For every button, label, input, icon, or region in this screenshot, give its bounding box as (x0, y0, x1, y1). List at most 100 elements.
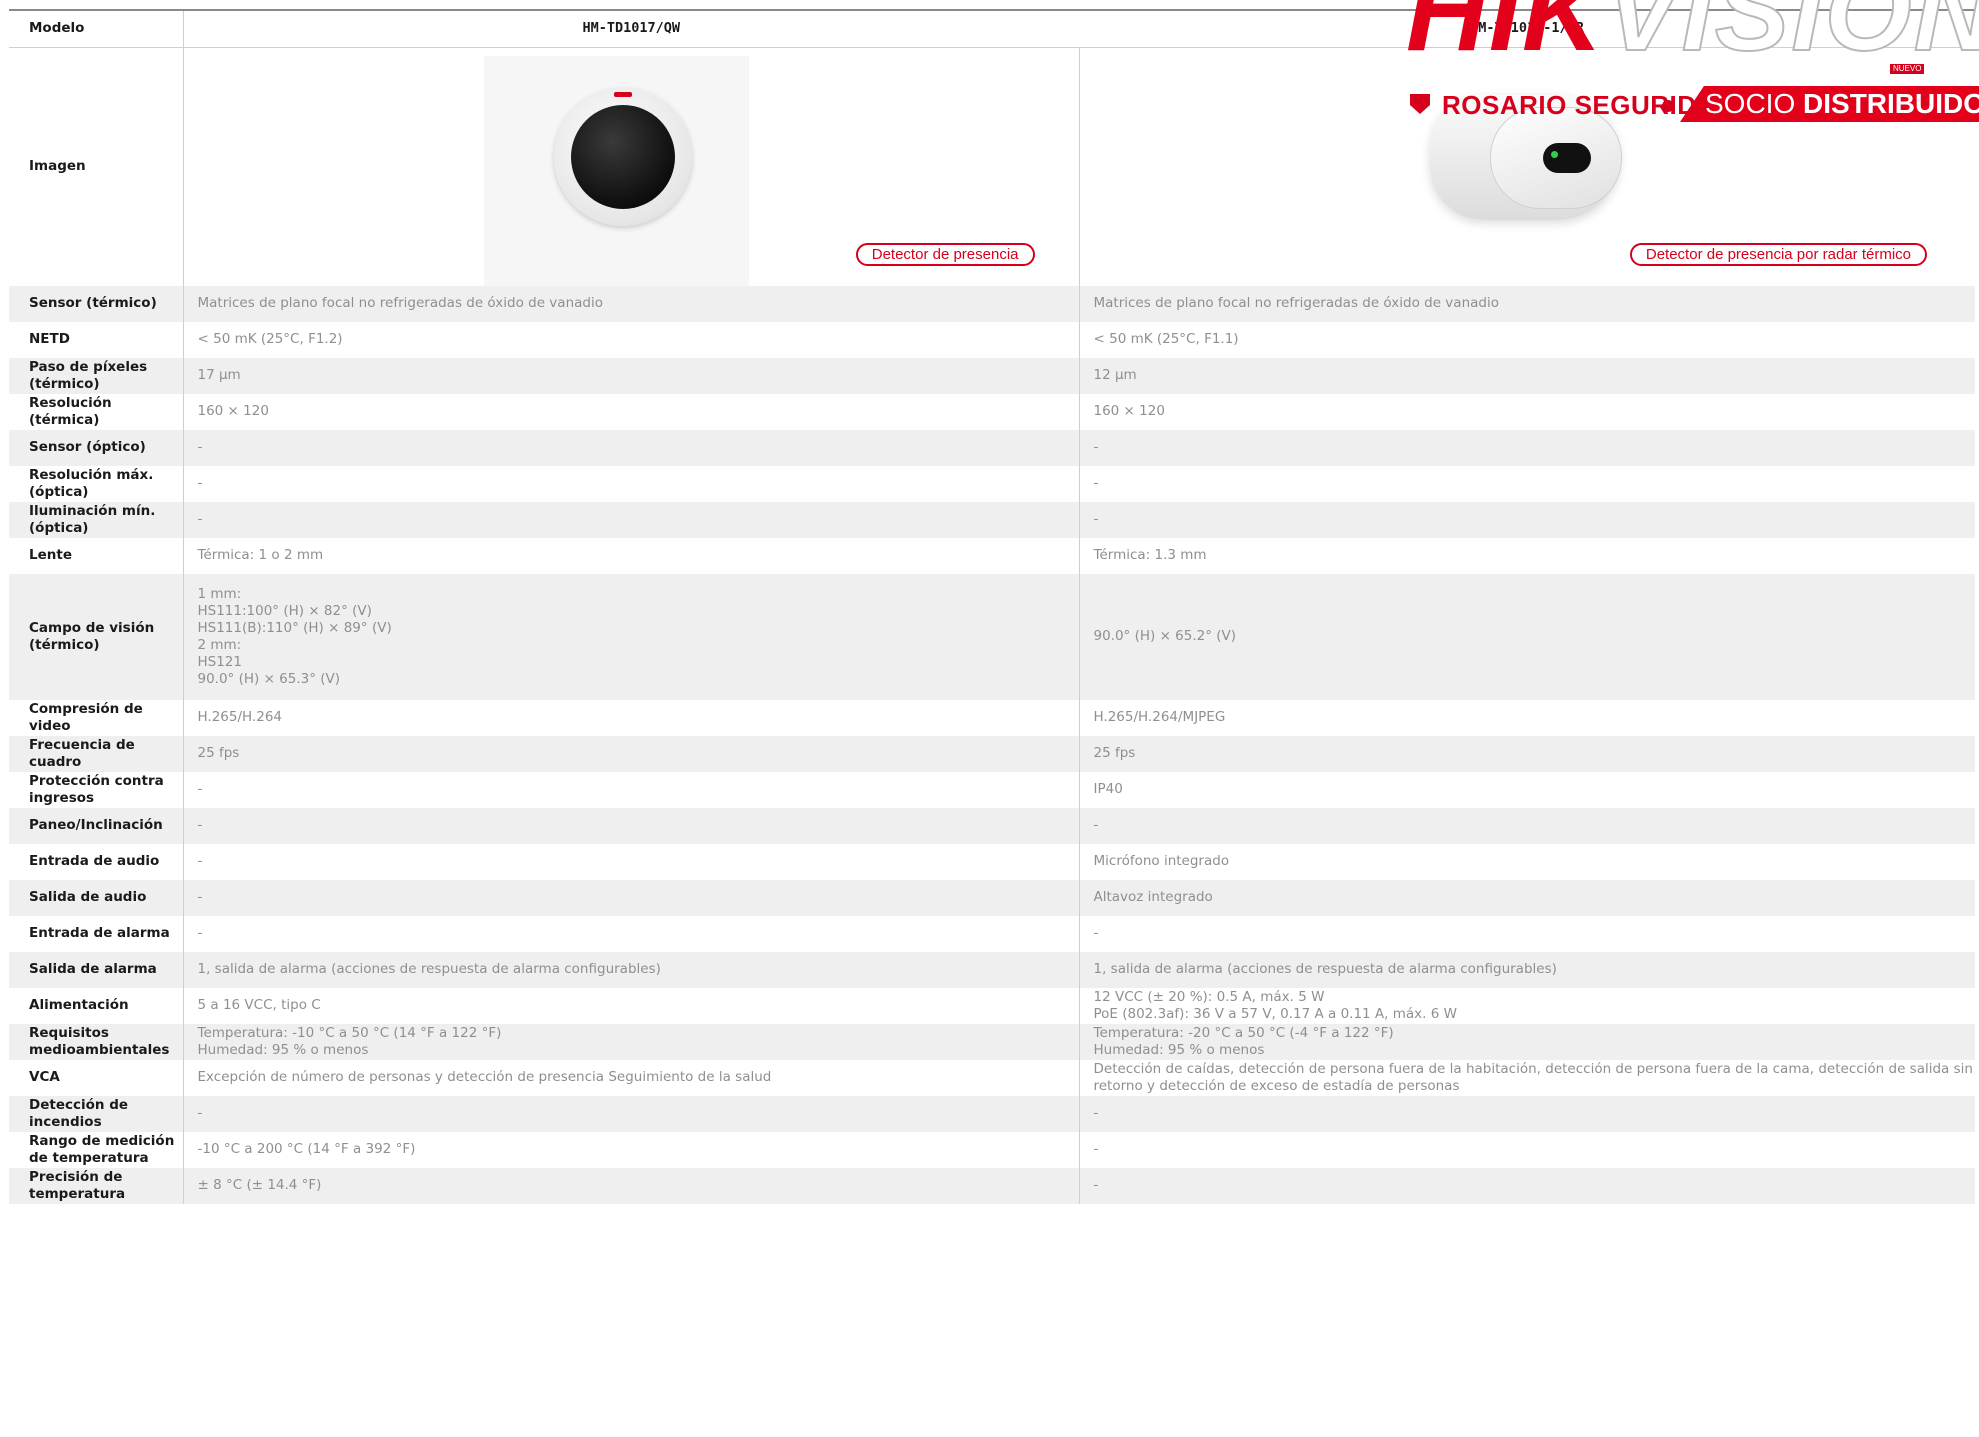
spec-label: Iluminación mín. (óptica) (9, 501, 184, 538)
hikvision-dealer-logo: HIKVISION NUEVO ROSARIO SEGURIDAD SOCIO … (1400, 0, 1979, 130)
spec-value-model-1: - (183, 1095, 1080, 1132)
spec-row: Compresión de video H.265/H.264 H.265/H.26… (9, 699, 1975, 736)
spec-value-model-2: - (1093, 925, 1099, 941)
spec-row: Precisión de temperatura ± 8 °C (± 14.4 °… (9, 1167, 1975, 1204)
spec-label: Resolución (térmica) (9, 393, 184, 430)
spec-value-model-1: 1 mm: HS111:100° (H) × 82° (V) HS111(B):… (183, 573, 1080, 700)
spec-label: Paso de píxeles (térmico) (9, 357, 184, 394)
spec-value-model-1: - (183, 807, 1080, 844)
spec-label: Requisitos medioambientales (9, 1023, 184, 1060)
spec-value-model-1: - (183, 465, 1080, 502)
spec-value-model-2: < 50 mK (25°C, F1.1) (1093, 331, 1239, 347)
spec-label: Alimentación (9, 987, 184, 1024)
spec-label: Compresión de video (9, 699, 184, 736)
spec-value-model-2: - (1079, 807, 1975, 844)
spec-label: VCA (9, 1059, 184, 1096)
model-label: Modelo (9, 10, 184, 48)
spec-value-model-1: < 50 mK (25°C, F1.2) (183, 321, 1080, 358)
product-1-photo (553, 87, 692, 226)
spec-value-model-2: Térmica: 1.3 mm (1093, 547, 1207, 563)
product-1-logo-mark (613, 91, 632, 97)
spec-value-model-1: Matrices de plano focal no refrigeradas … (183, 285, 1080, 322)
product-1-image-cell: Detector de presencia (183, 47, 1080, 286)
image-label: Imagen (9, 47, 184, 286)
spec-value-model-2: - (1093, 475, 1099, 491)
spec-value-model-1: 5 a 16 VCC, tipo C (183, 987, 1080, 1024)
spec-row: Entrada de alarma - - (9, 915, 1975, 952)
product-1-lens (570, 104, 675, 209)
product-2-caption: Detector de presencia por radar térmico (1629, 242, 1927, 266)
spec-row: Detección de incendios - - (9, 1095, 1975, 1132)
spec-value-model-1: 1, salida de alarma (acciones de respues… (183, 951, 1080, 988)
spec-value-model-1: - (183, 843, 1080, 880)
bullet-dot-icon (1662, 100, 1674, 112)
spec-value-model-2: - (1079, 429, 1975, 466)
spec-row: Paneo/Inclinación - - (9, 807, 1975, 844)
spec-label: Detección de incendios (9, 1095, 184, 1132)
spec-value-model-2: Matrices de plano focal no refrigeradas … (1079, 285, 1975, 322)
spec-label: NETD (9, 321, 184, 358)
spec-value-model-2: 90.0° (H) × 65.2° (V) (1079, 573, 1975, 700)
spec-value-model-1: - (183, 915, 1080, 952)
spec-value-model-2: Altavoz integrado (1079, 879, 1975, 916)
spec-label: Rango de medición de temperatura (9, 1131, 184, 1168)
product-1-caption: Detector de presencia (855, 242, 1035, 266)
spec-value-model-2: 160 × 120 (1093, 403, 1165, 419)
spec-row: Requisitos medioambientales Temperatura: … (9, 1023, 1975, 1060)
spec-value-model-1: ± 8 °C (± 14.4 °F) (183, 1167, 1080, 1204)
spec-row: Salida de audio - Altavoz integrado (9, 879, 1975, 916)
spec-label: Paneo/Inclinación (9, 807, 184, 844)
spec-row: VCA Excepción de número de personas y det… (9, 1059, 1975, 1096)
spec-value-model-2: - (1079, 1095, 1975, 1132)
hikvision-wordmark: HIKVISION (1406, 0, 1979, 74)
spec-value-model-1: Excepción de número de personas y detecc… (183, 1059, 1080, 1096)
spec-value-model-2: IP40 (1093, 781, 1123, 797)
spec-label: Protección contra ingresos (9, 771, 184, 808)
spec-row: Alimentación 5 a 16 VCC, tipo C 12 VCC (± … (9, 987, 1975, 1024)
spec-value-model-2: Micrófono integrado (1093, 853, 1230, 869)
spec-row: Campo de visión (térmico) 1 mm: HS111:100… (9, 573, 1975, 700)
spec-value-model-1: - (183, 429, 1080, 466)
spec-row: Resolución (térmica) 160 × 120 160 × 120 (9, 393, 1975, 430)
spec-label: Sensor (térmico) (9, 285, 184, 322)
partner-text: SOCIO DISTRIBUIDOR (1705, 88, 1979, 119)
spec-value-model-2: - (1093, 1141, 1099, 1157)
spec-table: Modelo HM-TD1017/QW HM-TD1018-1/QR Image… (9, 9, 1975, 1204)
spec-value-model-1: H.265/H.264 (183, 699, 1080, 736)
spec-row: Iluminación mín. (óptica) - - (9, 501, 1975, 538)
spec-value-model-2: Detección de caídas, detección de person… (1093, 1060, 1973, 1094)
spec-value-model-1: - (183, 771, 1080, 808)
spec-row: Entrada de audio - Micrófono integrado (9, 843, 1975, 880)
nuevo-badge: NUEVO (1890, 64, 1925, 74)
spec-row: NETD < 50 mK (25°C, F1.2) < 50 mK (25°C, F… (9, 321, 1975, 358)
spec-row: Frecuencia de cuadro 25 fps 25 fps (9, 735, 1975, 772)
spec-value-model-1: 25 fps (183, 735, 1080, 772)
spec-value-model-1: 17 μm (183, 357, 1080, 394)
spec-value-model-1: Temperatura: -10 °C a 50 °C (14 °F a 122… (183, 1023, 1080, 1060)
dealer-banner: ROSARIO SEGURIDAD SOCIO DISTRIBUIDOR (1400, 86, 1979, 126)
spec-row: Sensor (térmico) Matrices de plano focal … (9, 285, 1975, 322)
spec-label: Resolución máx. (óptica) (9, 465, 184, 502)
spec-row: Salida de alarma 1, salida de alarma (acc… (9, 951, 1975, 988)
shield-icon (1410, 94, 1430, 114)
spec-row: Paso de píxeles (térmico) 17 μm 12 μm (9, 357, 1975, 394)
spec-label: Entrada de alarma (9, 915, 184, 952)
spec-value-model-1: - (183, 501, 1080, 538)
product-2-status-led (1551, 151, 1558, 158)
spec-value-model-2: 25 fps (1079, 735, 1975, 772)
spec-value-model-1: - (183, 879, 1080, 916)
spec-value-model-1: -10 °C a 200 °C (14 °F a 392 °F) (183, 1131, 1080, 1168)
model-1-name: HM-TD1017/QW (183, 10, 1079, 48)
spec-value-model-1: 160 × 120 (183, 393, 1080, 430)
spec-label: Salida de alarma (9, 951, 184, 988)
spec-label: Lente (9, 537, 184, 574)
spec-value-model-1: Térmica: 1 o 2 mm (183, 537, 1080, 574)
spec-label: Salida de audio (9, 879, 184, 916)
spec-label: Campo de visión (térmico) (9, 573, 184, 700)
spec-value-model-2: 12 VCC (± 20 %): 0.5 A, máx. 5 W PoE (80… (1093, 988, 1457, 1022)
spec-row: Sensor (óptico) - - (9, 429, 1975, 466)
spec-value-model-2: - (1079, 1167, 1975, 1204)
spec-row: Lente Térmica: 1 o 2 mm Térmica: 1.3 mm (9, 537, 1975, 574)
spec-value-model-2: 1, salida de alarma (acciones de respues… (1079, 951, 1975, 988)
spec-row: Rango de medición de temperatura -10 °C a… (9, 1131, 1975, 1168)
